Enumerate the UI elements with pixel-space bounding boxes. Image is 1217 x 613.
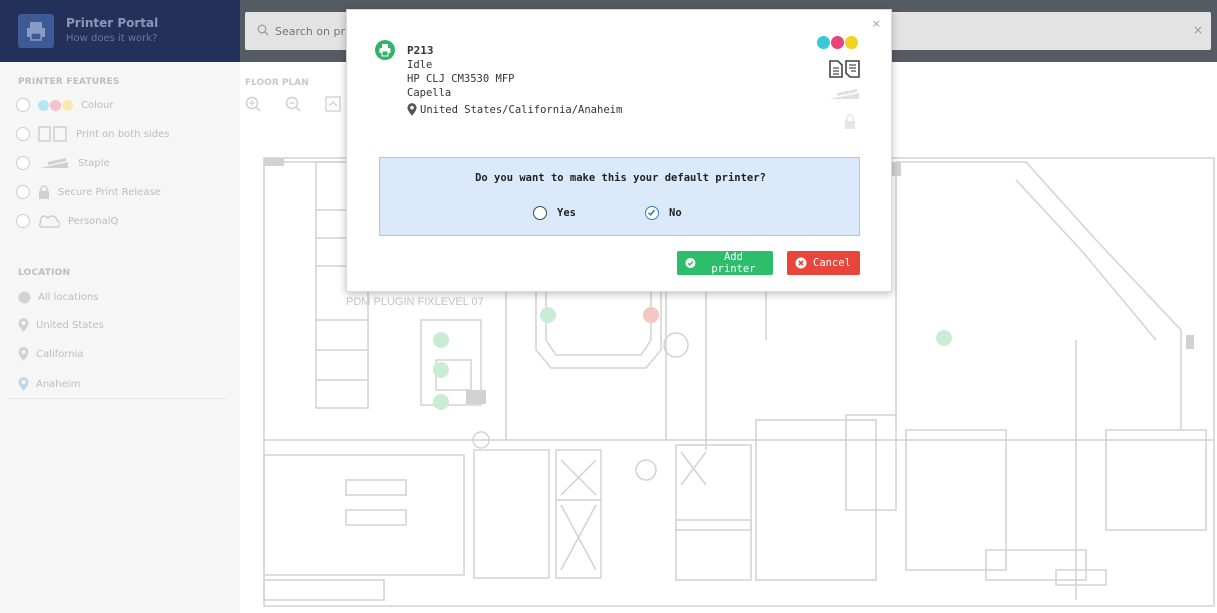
printer-marker[interactable] [936, 330, 952, 346]
feature-personalq[interactable]: PersonalQ [16, 210, 118, 232]
printer-status: Idle [407, 59, 433, 71]
feature-label: Colour [81, 99, 114, 111]
printer-marker[interactable] [540, 307, 556, 323]
printer-path: United States/California/Anaheim [407, 103, 622, 116]
printer-location: Capella [407, 87, 452, 99]
radio[interactable] [16, 98, 30, 112]
feature-duplex[interactable]: Print on both sides [16, 123, 169, 145]
radio[interactable] [16, 185, 30, 199]
features-title: PRINTER FEATURES [18, 77, 120, 87]
cloud-icon [38, 214, 60, 228]
add-printer-label: Add printer [711, 251, 756, 275]
lock-icon [38, 185, 50, 199]
fit-screen-icon[interactable] [325, 96, 341, 112]
no-radio[interactable] [645, 206, 659, 220]
add-printer-button[interactable]: Add printer [677, 251, 773, 275]
option-no[interactable]: No [645, 206, 682, 220]
sidebar: PRINTER FEATURES Colour Print on both si… [0, 62, 240, 613]
lock-icon [845, 114, 855, 129]
check-circle-icon [685, 258, 696, 268]
location-label: California [36, 348, 84, 360]
clear-search-icon[interactable]: × [1193, 23, 1203, 37]
globe-icon [18, 291, 31, 303]
app-title: Printer Portal [66, 16, 159, 30]
search-icon [257, 24, 269, 36]
printer-marker[interactable] [433, 362, 449, 378]
printer-marker[interactable] [433, 332, 449, 348]
question-text: Do you want to make this your default pr… [475, 172, 766, 184]
printer-name: P213 [407, 44, 434, 57]
map-pin-icon [18, 347, 29, 361]
location-united-states[interactable]: United States [18, 315, 104, 335]
floor-plan-label: PDM PLUGIN FIXLEVEL 07 [346, 296, 484, 308]
cancel-label: Cancel [813, 257, 851, 269]
zoom-in-icon[interactable] [245, 96, 261, 112]
add-printer-dialog: × P213 Idle HP CLJ CM3530 MFP Capella Un… [346, 9, 892, 292]
printer-marker[interactable] [433, 394, 449, 410]
feature-label: Print on both sides [76, 128, 170, 140]
yes-radio[interactable] [533, 206, 547, 220]
printer-status-icon [375, 40, 395, 60]
option-no-label: No [669, 207, 682, 219]
location-anaheim[interactable]: Anaheim [18, 374, 80, 394]
location-all[interactable]: All locations [18, 287, 98, 307]
location-label: All locations [38, 291, 99, 303]
feature-colour[interactable]: Colour [16, 94, 113, 116]
cancel-circle-icon [795, 257, 807, 269]
close-icon[interactable]: × [872, 17, 881, 30]
radio[interactable] [16, 214, 30, 228]
option-yes[interactable]: Yes [533, 206, 576, 220]
radio[interactable] [16, 127, 30, 141]
duplex-icon [829, 60, 860, 78]
floorplan-title: FLOOR PLAN [245, 78, 309, 88]
duplex-icon [38, 126, 68, 142]
printer-logo-icon [18, 14, 54, 48]
feature-label: Secure Print Release [58, 186, 161, 198]
zoom-out-icon[interactable] [285, 96, 301, 112]
option-yes-label: Yes [557, 207, 576, 219]
map-pin-icon [407, 103, 417, 116]
feature-secure-print[interactable]: Secure Print Release [16, 181, 161, 203]
brand[interactable]: Printer Portal How does it work? [0, 0, 240, 62]
map-pin-icon [18, 377, 29, 391]
feature-label: Staple [78, 157, 110, 169]
printer-path-text: United States/California/Anaheim [420, 103, 623, 116]
default-printer-question: Do you want to make this your default pr… [379, 157, 860, 236]
location-label: Anaheim [36, 378, 81, 390]
location-california[interactable]: California [18, 344, 84, 364]
staple-icon [38, 156, 70, 170]
colour-dots-icon [817, 36, 858, 49]
divider [8, 398, 226, 399]
printer-markers [433, 307, 952, 410]
location-title: LOCATION [18, 268, 71, 278]
cancel-button[interactable]: Cancel [787, 251, 860, 275]
feature-staple[interactable]: Staple [16, 152, 110, 174]
staple-icon [829, 89, 859, 99]
location-label: United States [36, 319, 104, 331]
map-pin-icon [18, 318, 29, 332]
colour-dots-icon [38, 99, 73, 111]
printer-model: HP CLJ CM3530 MFP [407, 73, 515, 85]
help-link[interactable]: How does it work? [66, 33, 157, 44]
radio[interactable] [16, 156, 30, 170]
feature-label: PersonalQ [68, 215, 119, 227]
printer-marker[interactable] [643, 307, 659, 323]
